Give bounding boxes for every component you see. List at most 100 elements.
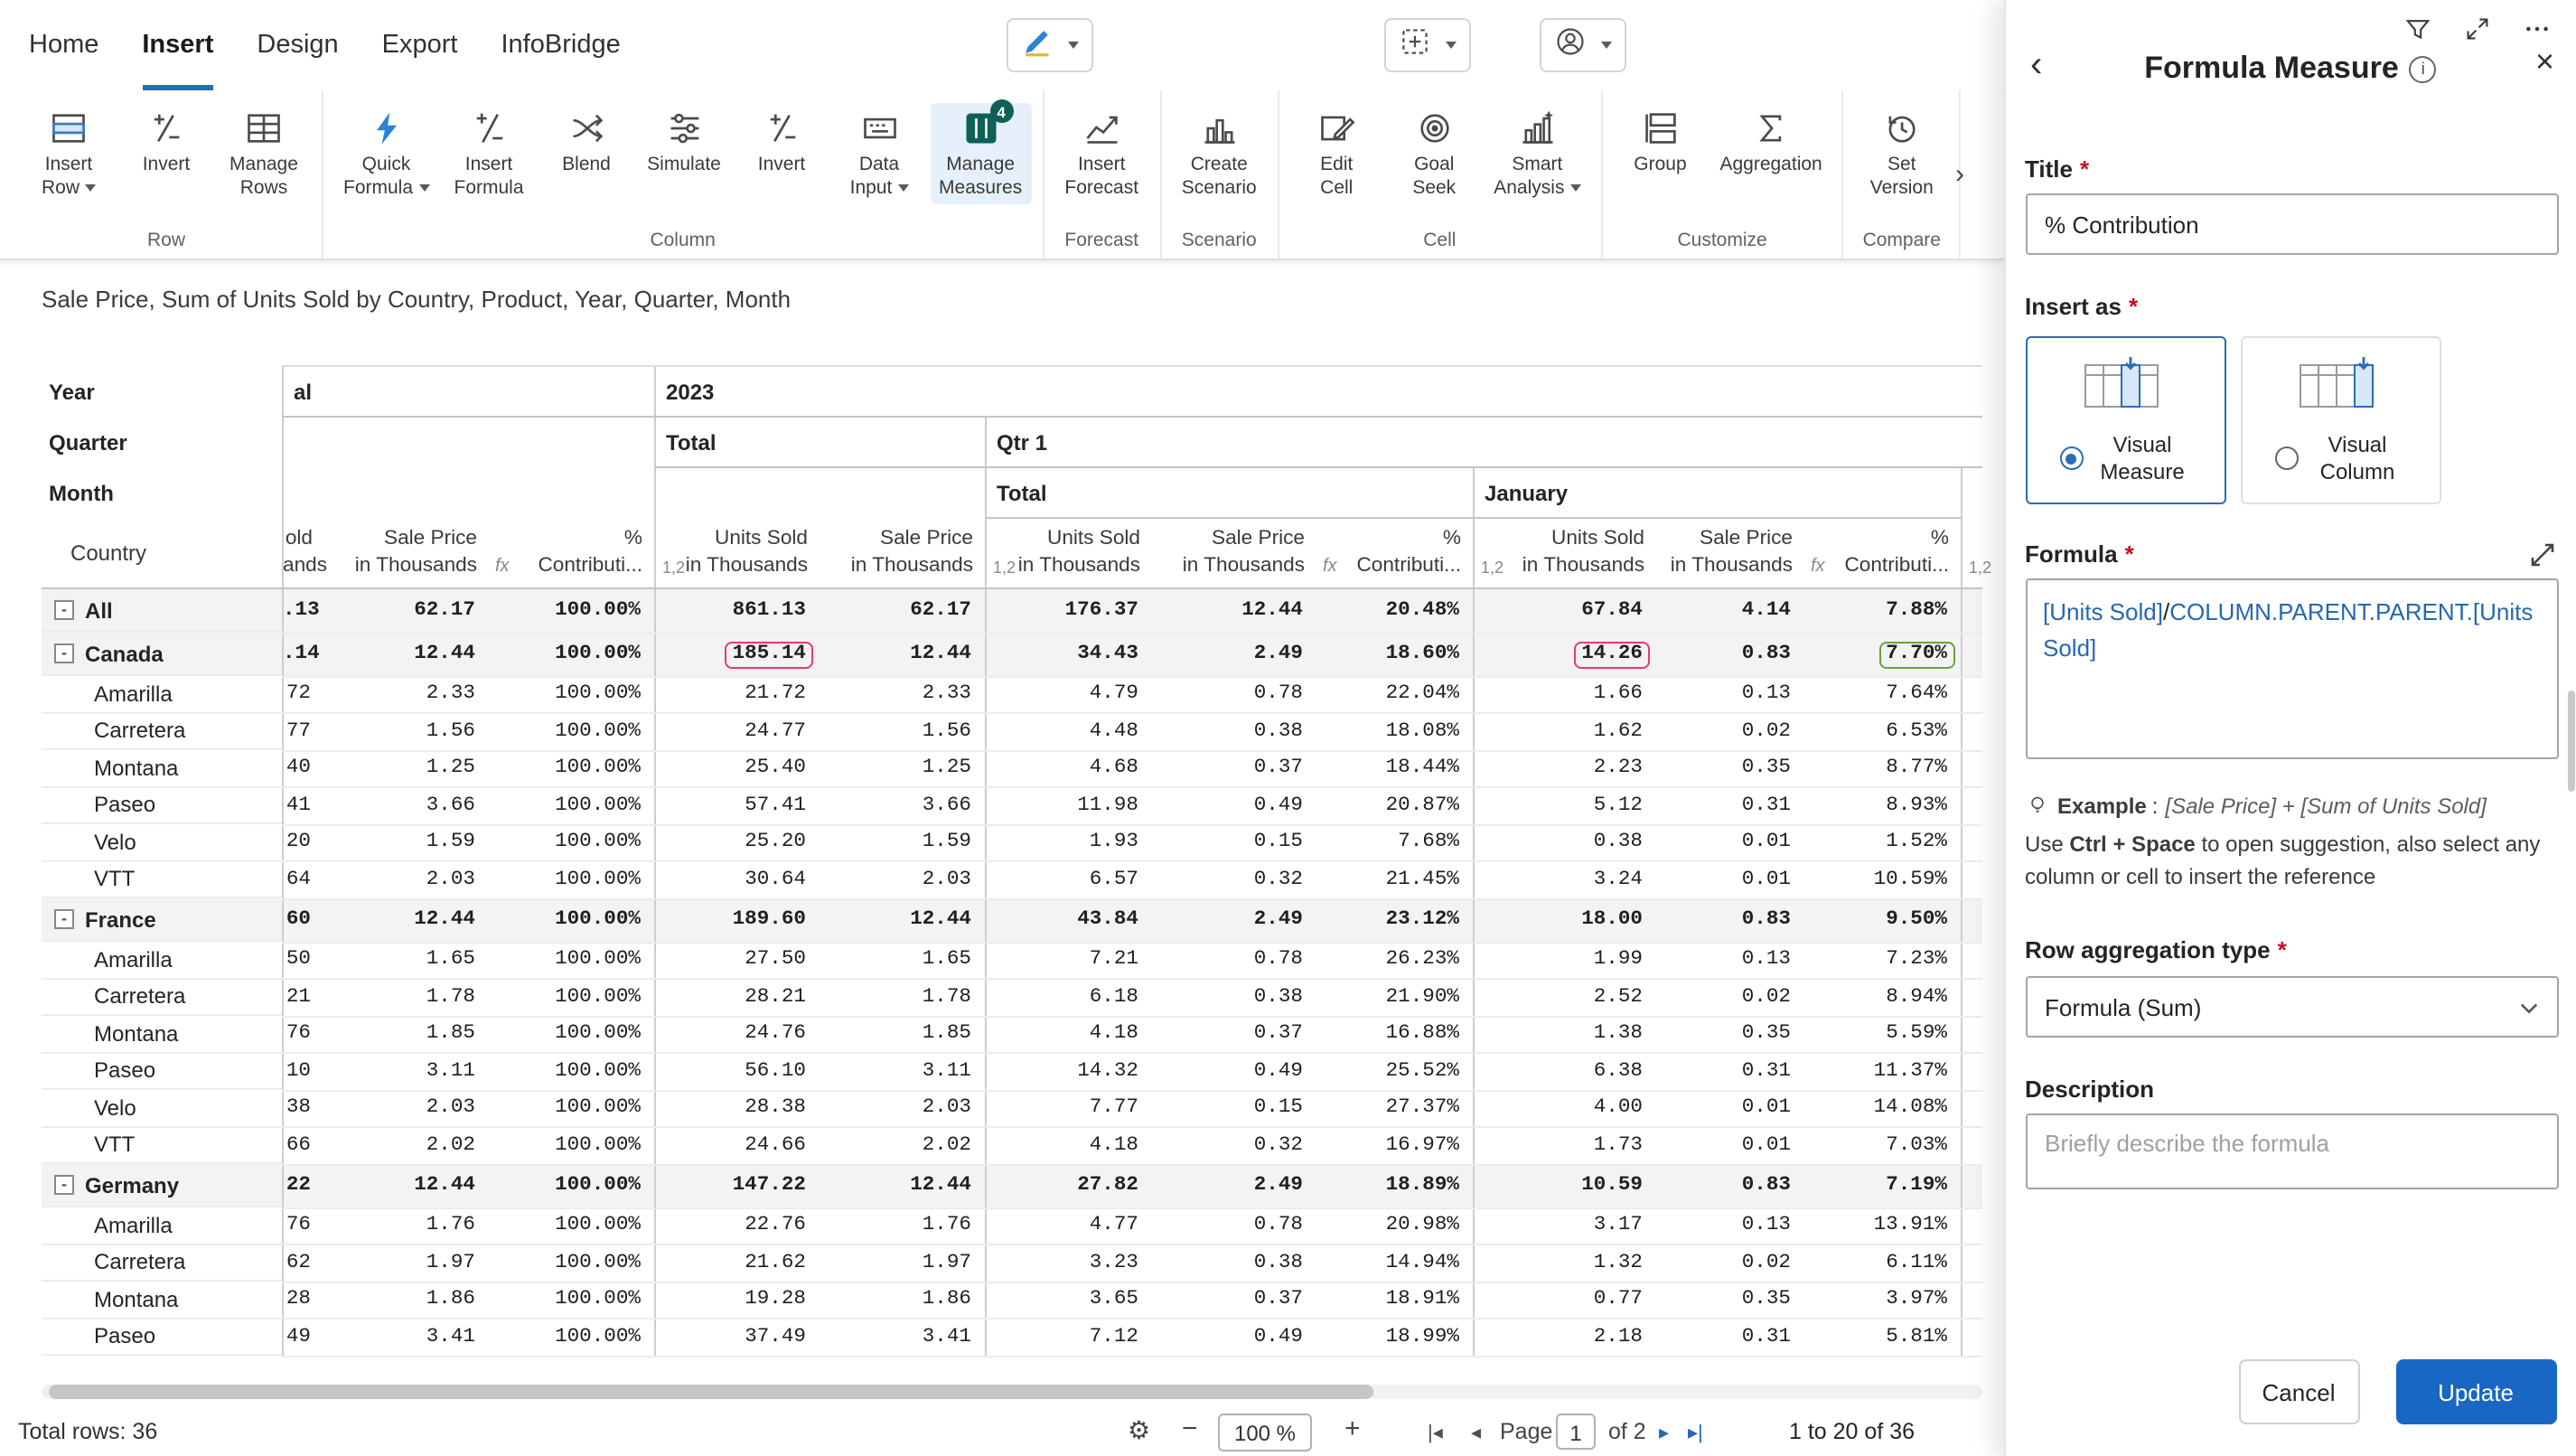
row-header-cell[interactable]: Amarilla (42, 942, 281, 979)
cell[interactable]: 10 (282, 1053, 323, 1090)
collapse-icon[interactable]: - (54, 600, 74, 620)
cell[interactable]: 12.44 (819, 1164, 985, 1207)
cell[interactable] (1961, 979, 1982, 1016)
row-header-cell[interactable]: -Germany (42, 1164, 281, 1207)
cell[interactable]: 0.38 (1151, 1245, 1316, 1282)
cell[interactable]: 6.38 (1473, 1053, 1655, 1090)
cell[interactable]: 25.20 (654, 824, 819, 861)
cell[interactable]: 2.02 (819, 1127, 985, 1164)
cell[interactable]: 60 (282, 898, 323, 942)
cell[interactable]: 2.18 (1473, 1319, 1655, 1356)
cell[interactable]: 100.00% (488, 633, 654, 676)
cell[interactable]: 0.02 (1655, 979, 1803, 1016)
cell[interactable]: 1.59 (323, 824, 488, 861)
cell[interactable]: 0.49 (1151, 1053, 1316, 1090)
cell[interactable]: 1.93 (985, 824, 1151, 861)
cell[interactable]: 0.13 (1655, 676, 1803, 713)
cell[interactable]: 2.03 (323, 1090, 488, 1127)
cell[interactable]: 0.13 (1655, 1207, 1803, 1245)
cell[interactable]: 0.31 (1655, 1319, 1803, 1356)
cell[interactable]: 7.12 (985, 1319, 1151, 1356)
cell[interactable]: 24.66 (654, 1127, 819, 1164)
cell[interactable]: 2.03 (819, 861, 985, 898)
cell[interactable]: 0.01 (1655, 861, 1803, 898)
cell[interactable]: 14.94% (1316, 1245, 1473, 1282)
cell[interactable] (1961, 787, 1982, 824)
row-header-cell[interactable]: Montana (42, 1016, 281, 1053)
ribbon-insert-forecast-button[interactable]: InsertForecast (1054, 103, 1148, 204)
cell[interactable]: 5.59% (1803, 1016, 1961, 1053)
cell[interactable]: 100.00% (488, 1016, 654, 1053)
description-input[interactable] (2025, 1113, 2558, 1189)
cell[interactable]: 4.68 (985, 750, 1151, 787)
row-header-cell[interactable]: Montana (42, 750, 281, 787)
tab-insert[interactable]: Insert (142, 0, 213, 90)
cell[interactable]: 1.65 (323, 942, 488, 979)
ribbon-invert-button[interactable]: Invert (119, 103, 213, 182)
cell[interactable]: 100.00% (488, 713, 654, 750)
cell[interactable]: 0.38 (1151, 979, 1316, 1016)
cell[interactable]: 12.44 (819, 633, 985, 676)
cell[interactable] (1961, 676, 1982, 713)
cell[interactable]: 1.25 (323, 750, 488, 787)
cell[interactable]: 0.78 (1151, 1207, 1316, 1245)
cell[interactable]: 100.00% (488, 787, 654, 824)
cell[interactable]: 1.25 (819, 750, 985, 787)
cell[interactable]: 100.00% (488, 979, 654, 1016)
edit-style-button[interactable] (1007, 18, 1093, 72)
cell[interactable]: 0.78 (1151, 942, 1316, 979)
cell[interactable]: 18.91% (1316, 1282, 1473, 1319)
cell[interactable]: 43.84 (985, 898, 1151, 942)
cell[interactable]: 1.78 (323, 979, 488, 1016)
cell[interactable]: 4.00 (1473, 1090, 1655, 1127)
cell[interactable]: 3.66 (819, 787, 985, 824)
row-header-cell[interactable]: Amarilla (42, 1207, 281, 1245)
cell[interactable]: 18.99% (1316, 1319, 1473, 1356)
cell[interactable]: 67.84 (1473, 588, 1655, 633)
cell[interactable]: .14 (282, 633, 323, 676)
radio-visual-column[interactable] (2274, 446, 2298, 470)
cell[interactable] (1961, 750, 1982, 787)
cell[interactable]: 100.00% (488, 588, 654, 633)
cell[interactable] (1961, 713, 1982, 750)
cell[interactable]: 34.43 (985, 633, 1151, 676)
ribbon-quick-formula-button[interactable]: QuickFormula (334, 103, 438, 204)
cell[interactable]: 26.23% (1316, 942, 1473, 979)
cell[interactable]: 861.13 (654, 588, 819, 633)
ribbon-invert-button[interactable]: Invert (735, 103, 829, 182)
cell[interactable]: 1.38 (1473, 1016, 1655, 1053)
cell[interactable]: 0.77 (1473, 1282, 1655, 1319)
cell[interactable]: 0.83 (1655, 633, 1803, 676)
measure-column-header[interactable]: fx%Contributi... (1316, 518, 1473, 588)
cell[interactable]: 21 (282, 979, 323, 1016)
cell[interactable]: 1.59 (819, 824, 985, 861)
cell[interactable]: 0.02 (1655, 1245, 1803, 1282)
cell[interactable] (1961, 633, 1982, 676)
cell[interactable]: 21.90% (1316, 979, 1473, 1016)
next-page-button[interactable]: ▸ (1659, 1421, 1669, 1444)
insert-as-visual-column-option[interactable]: Visual Column (2240, 336, 2440, 504)
cell[interactable]: 100.00% (488, 824, 654, 861)
cell[interactable] (1961, 1207, 1982, 1245)
cell[interactable]: 2.02 (323, 1127, 488, 1164)
cell[interactable]: 23.12% (1316, 898, 1473, 942)
cell[interactable]: 100.00% (488, 942, 654, 979)
cell[interactable]: 0.38 (1473, 824, 1655, 861)
cell[interactable]: 18.60% (1316, 633, 1473, 676)
cell[interactable] (1961, 1127, 1982, 1164)
cell[interactable]: 64 (282, 861, 323, 898)
horizontal-scrollbar-track[interactable] (42, 1385, 1982, 1399)
ribbon-simulate-button[interactable]: Simulate (637, 103, 731, 182)
filter-icon[interactable] (2403, 14, 2431, 52)
cell[interactable]: 1.76 (323, 1207, 488, 1245)
insert-as-visual-measure-option[interactable]: Visual Measure (2025, 336, 2225, 504)
measure-column-header[interactable]: 1,2Units Soldin Thousands (654, 518, 819, 588)
collapse-icon[interactable]: - (54, 1175, 74, 1195)
cell[interactable]: 1.86 (323, 1282, 488, 1319)
cell[interactable]: 0.78 (1151, 676, 1316, 713)
measure-column-header[interactable]: Sale Pricein Thousands (819, 518, 985, 588)
cell[interactable]: 57.41 (654, 787, 819, 824)
cell[interactable]: 1.85 (819, 1016, 985, 1053)
cell[interactable]: 24.77 (654, 713, 819, 750)
cell[interactable]: 100.00% (488, 861, 654, 898)
